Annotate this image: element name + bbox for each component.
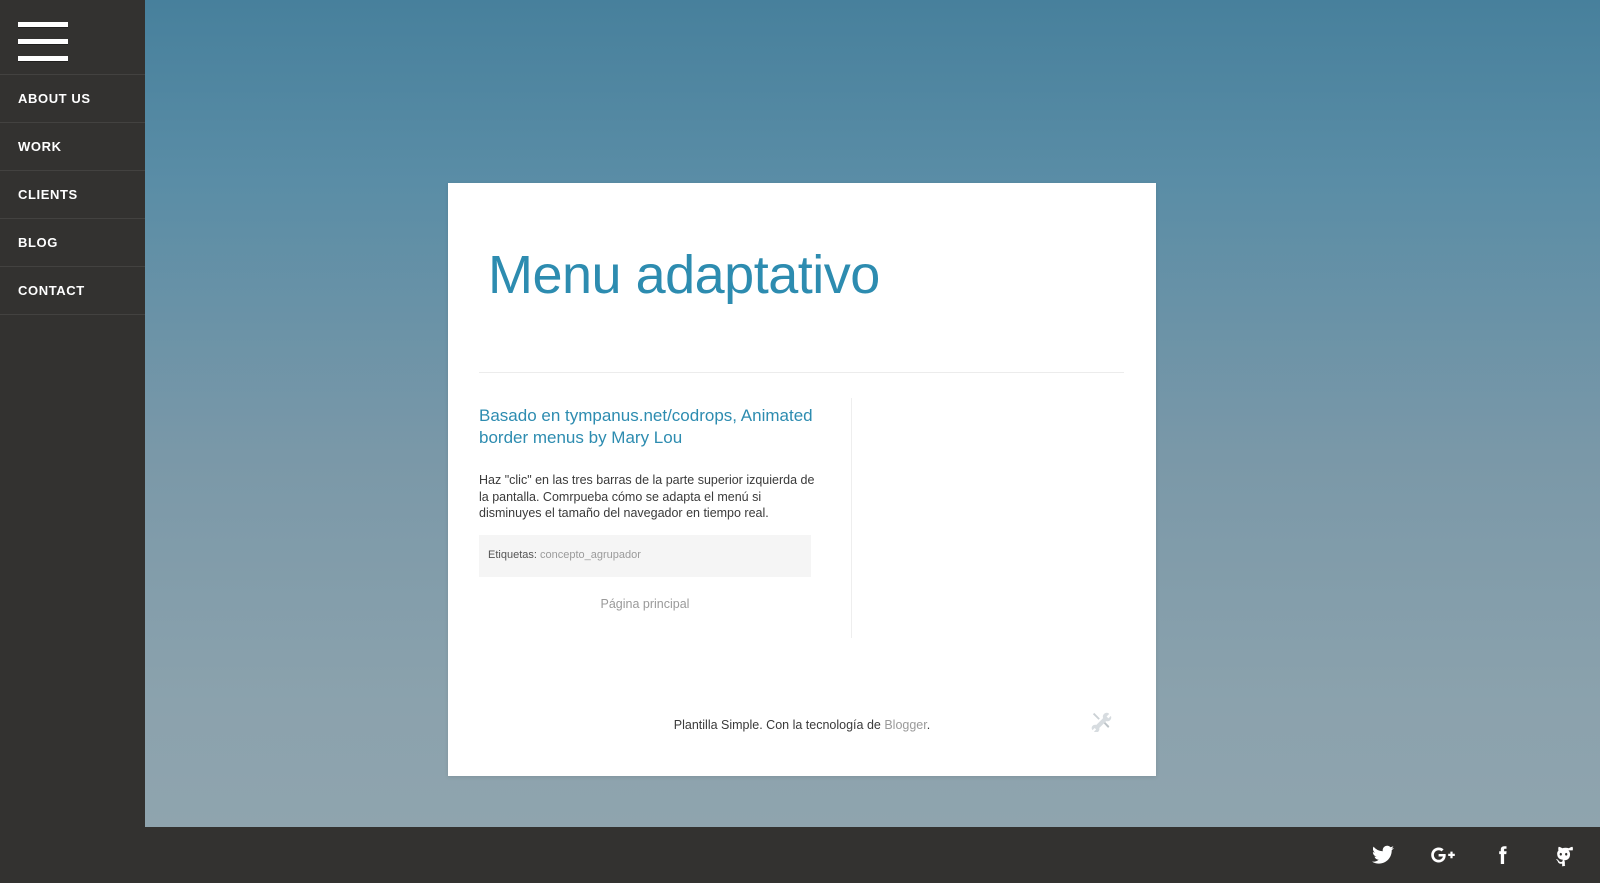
hamburger-bar-2 (18, 39, 68, 44)
hamburger-menu-icon[interactable] (18, 22, 68, 62)
sidebar-item-contact[interactable]: CONTACT (0, 267, 145, 315)
twitter-icon[interactable] (1370, 842, 1396, 868)
sidebar-navigation: ABOUT US WORK CLIENTS BLOG CONTACT (0, 0, 145, 827)
label-concepto-agrupador[interactable]: concepto_agrupador (540, 549, 641, 561)
sidebar-item-blog[interactable]: BLOG (0, 219, 145, 267)
header-divider (479, 372, 1124, 373)
home-page-link[interactable]: Página principal (479, 597, 811, 611)
sidebar-item-about-us[interactable]: ABOUT US (0, 75, 145, 123)
column-divider (851, 398, 852, 638)
sidebar-item-work[interactable]: WORK (0, 123, 145, 171)
attribution-text: Plantilla Simple. Con la tecnología de (673, 718, 885, 732)
github-icon[interactable] (1550, 842, 1576, 868)
social-links (1370, 827, 1576, 883)
google-plus-icon[interactable] (1430, 842, 1456, 868)
blog-content-card: Menu adaptativo Basado en tympanus.net/c… (448, 183, 1156, 776)
attribution-period: . (926, 718, 931, 732)
hamburger-bar-3 (18, 56, 68, 61)
app-screen: ABOUT US WORK CLIENTS BLOG CONTACT Menu … (0, 0, 1600, 883)
facebook-icon[interactable] (1490, 842, 1516, 868)
blogger-link[interactable]: Blogger (884, 718, 926, 732)
post-labels-text: Etiquetas: concepto_agrupador (488, 549, 641, 561)
post-body: Haz "clic" en las tres barras de la part… (479, 473, 815, 520)
post-labels-box: Etiquetas: concepto_agrupador (479, 535, 811, 577)
sidebar-item-clients[interactable]: CLIENTS (0, 171, 145, 219)
tools-icon[interactable] (1090, 710, 1112, 733)
hamburger-bar-1 (18, 22, 68, 27)
post-title[interactable]: Basado en tympanus.net/codrops, Animated… (479, 405, 819, 449)
bottom-social-bar (0, 827, 1600, 883)
sidebar-menu-list: ABOUT US WORK CLIENTS BLOG CONTACT (0, 74, 145, 315)
page-title: Menu adaptativo (488, 245, 880, 305)
card-footer-attribution: Plantilla Simple. Con la tecnología de B… (448, 718, 1156, 732)
blog-post: Basado en tympanus.net/codrops, Animated… (479, 405, 819, 522)
labels-prefix: Etiquetas: (488, 549, 537, 561)
